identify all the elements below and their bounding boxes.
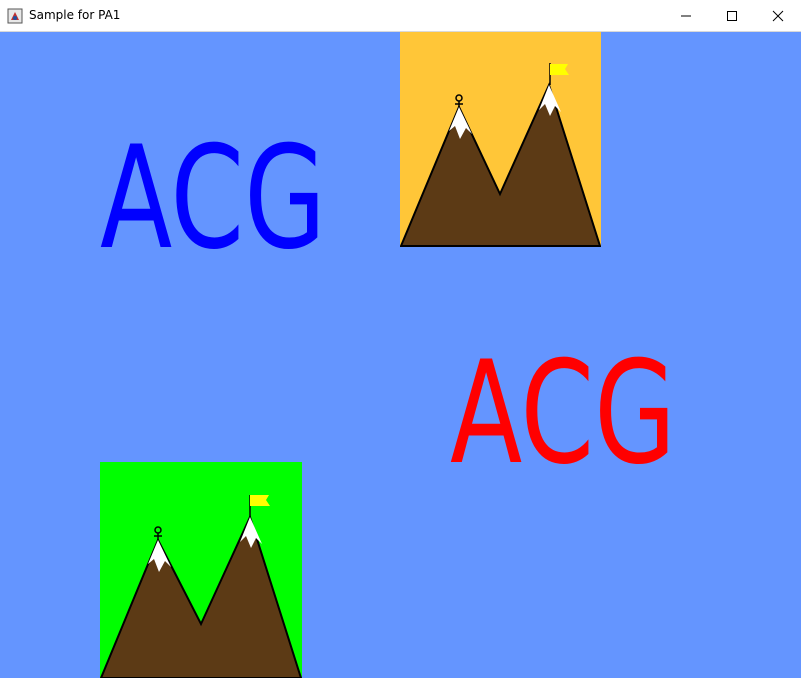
window-title: Sample for PA1 [29,8,121,22]
acg-logo-red-label: ACG [450,354,676,466]
title-bar[interactable]: Sample for PA1 [0,0,801,32]
mountain-scene-orange [400,32,601,247]
minimize-icon [681,15,691,17]
close-icon [772,10,784,22]
maximize-button[interactable] [709,0,755,32]
acg-logo-red: ACG [450,354,676,466]
maximize-icon [727,11,737,21]
drawing-canvas: ACG ACG [0,32,801,678]
mountain-scene-green [100,462,302,678]
acg-logo-blue: ACG [100,139,326,251]
minimize-button[interactable] [663,0,709,32]
acg-logo-blue-label: ACG [100,139,326,251]
java-app-icon [7,8,23,24]
close-button[interactable] [755,0,801,32]
app-window: Sample for PA1 ACG ACG [0,0,801,678]
